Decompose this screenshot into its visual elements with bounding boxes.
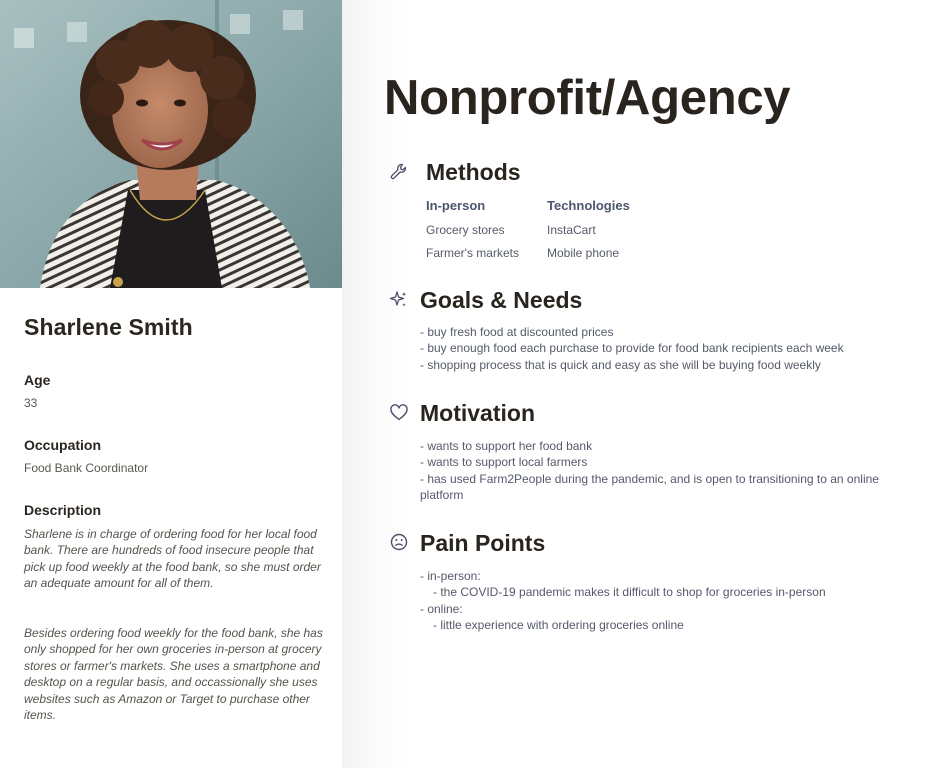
list-item: - little experience with ordering grocer… <box>433 618 684 633</box>
persona-photo-illustration <box>0 0 342 288</box>
goals-title: Goals & Needs <box>420 287 583 313</box>
list-item: - buy enough food each purchase to provi… <box>420 341 844 356</box>
page-title: Nonprofit/Agency <box>384 71 791 125</box>
list-item: - buy fresh food at discounted prices <box>420 325 614 339</box>
methods-technology-item: Mobile phone <box>547 246 620 260</box>
motivation-title: Motivation <box>420 400 535 426</box>
description-label: Description <box>24 502 102 518</box>
methods-in-person-heading: In-person <box>426 198 486 213</box>
wrench-icon <box>390 163 407 180</box>
persona-name: Sharlene Smith <box>24 314 193 340</box>
persona-photo <box>0 0 342 288</box>
list-item: - wants to support her food bank <box>420 439 593 453</box>
list-item: - has used Farm2People during the pandem… <box>420 471 879 503</box>
occupation-label: Occupation <box>24 437 102 453</box>
occupation-value: Food Bank Coordinator <box>24 461 149 475</box>
methods-title: Methods <box>426 159 521 185</box>
methods-in-person-item: Grocery stores <box>426 223 505 237</box>
goals-list: - buy fresh food at discounted prices - … <box>420 324 890 373</box>
heart-icon <box>390 404 408 421</box>
age-label: Age <box>24 372 51 388</box>
frown-face-icon <box>390 533 408 551</box>
methods-technology-item: InstaCart <box>547 223 596 237</box>
pain-points-title: Pain Points <box>420 530 546 556</box>
list-item: - online: <box>420 601 463 616</box>
sparkle-icon <box>389 291 407 307</box>
list-item: - wants to support local farmers <box>420 455 588 470</box>
age-value: 33 <box>24 396 38 410</box>
description-paragraph-1: Sharlene is in charge of ordering food f… <box>24 527 321 591</box>
methods-in-person-item: Farmer's markets <box>426 246 519 260</box>
persona-card: Sharlene Smith Age 33 Occupation Food Ba… <box>0 0 342 768</box>
pain-points-list: - in-person: - the COVID-19 pandemic mak… <box>420 568 890 634</box>
description-paragraph-2: Besides ordering food weekly for the foo… <box>24 626 323 723</box>
list-item: - shopping process that is quick and eas… <box>420 357 821 372</box>
methods-technologies-heading: Technologies <box>547 198 630 213</box>
list-item: - the COVID-19 pandemic makes it difficu… <box>433 585 826 600</box>
list-item: - in-person: <box>420 569 481 583</box>
motivation-list: - wants to support her food bank - wants… <box>420 438 880 504</box>
